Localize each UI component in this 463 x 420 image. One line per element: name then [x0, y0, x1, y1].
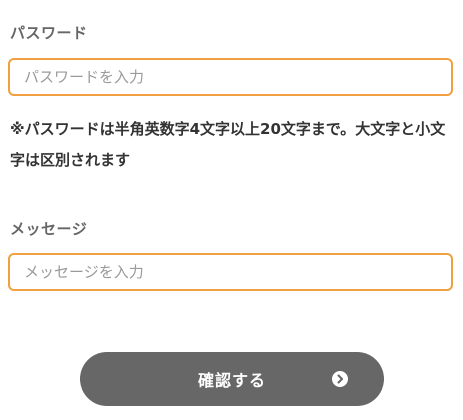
confirm-button[interactable]: 確認する: [80, 352, 384, 406]
chevron-right-circle-icon: [332, 371, 348, 387]
password-requirements-note: ※パスワードは半角英数字4文字以上20文字まで。大文字と小文字は区別されます: [10, 120, 446, 169]
password-field[interactable]: [8, 58, 453, 96]
message-label: メッセージ: [10, 220, 88, 238]
message-field[interactable]: [8, 253, 453, 291]
password-label: パスワード: [10, 24, 88, 42]
confirm-button-label: 確認する: [197, 373, 266, 390]
